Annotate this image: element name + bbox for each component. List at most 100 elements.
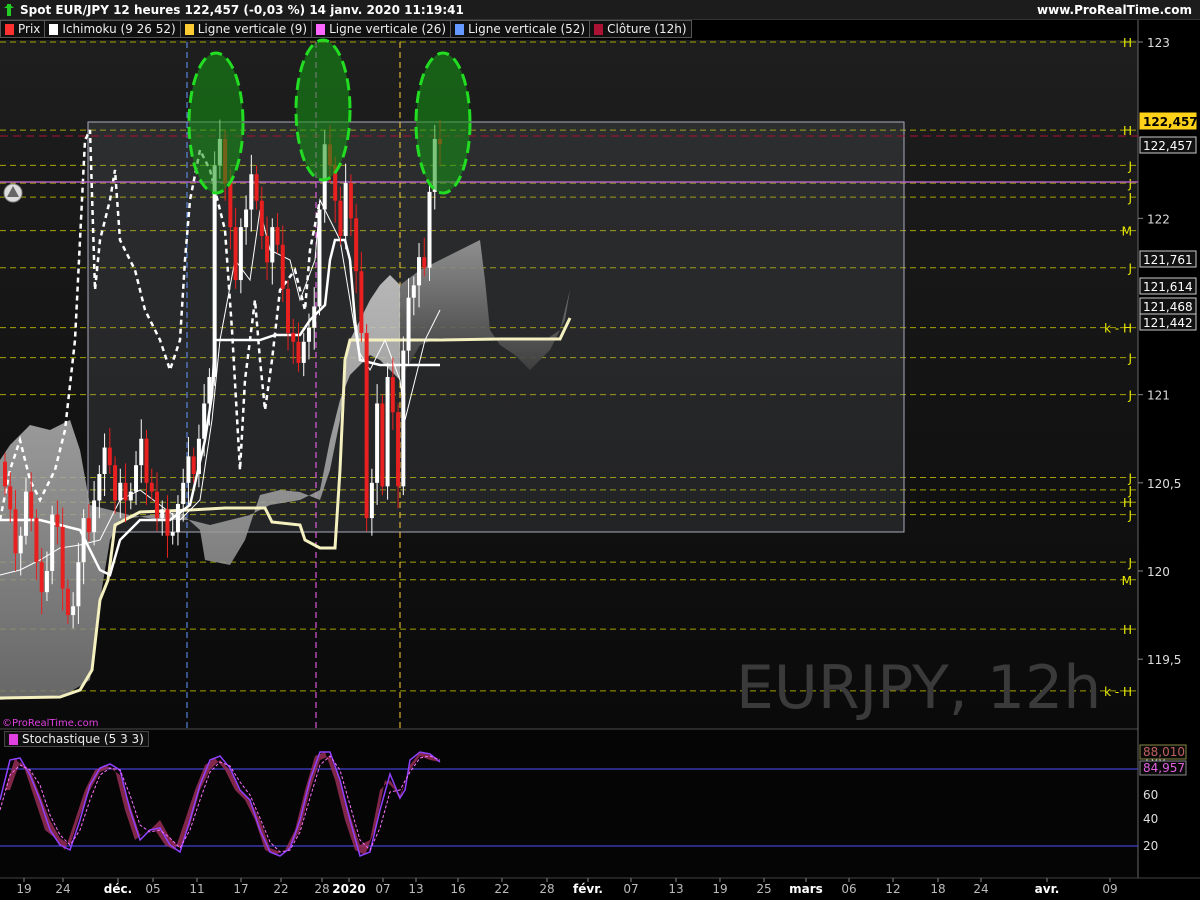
candle-body [34, 518, 39, 563]
green-highlight-2[interactable] [294, 38, 352, 182]
candle-body [202, 403, 207, 439]
candle-body [238, 227, 243, 281]
price-label: 122,457 [1143, 115, 1198, 129]
candle-body [275, 227, 280, 245]
candle-body [60, 526, 65, 589]
candle-body [411, 285, 416, 298]
candle-body [306, 327, 311, 342]
candle-body [338, 200, 343, 236]
green-highlight-1[interactable] [187, 51, 245, 195]
candle-body [343, 183, 348, 236]
stoch-value-2: 84,957 [1143, 761, 1185, 775]
candle-body [390, 377, 395, 413]
candle-body [175, 503, 180, 533]
level-tag: M [1122, 225, 1132, 239]
candle-body [65, 588, 70, 616]
level-tag: J [1127, 556, 1132, 570]
candle-body [170, 532, 175, 536]
x-tick-label: 22 [494, 882, 509, 896]
candle-body [71, 606, 76, 616]
x-tick-label: mars [789, 882, 823, 896]
candle-body [113, 465, 118, 501]
x-tick-label: 22 [273, 882, 288, 896]
candle-body [107, 447, 112, 466]
candle-body [270, 227, 275, 263]
x-tick-label: 25 [756, 882, 771, 896]
candle-body [23, 491, 28, 536]
candle-body [76, 562, 81, 607]
candle-body [13, 509, 18, 554]
candle-body [259, 200, 264, 236]
candle-body [18, 535, 23, 554]
candle-body [296, 341, 301, 363]
price-label: 121,614 [1143, 280, 1193, 294]
stoch-title: Stochastique (5 3 3) [22, 732, 144, 746]
candle-body [144, 438, 149, 483]
candle-body [265, 235, 270, 263]
level-tag: H [1123, 623, 1132, 637]
x-tick-label: 18 [930, 882, 945, 896]
stoch-tick-40: 40 [1143, 812, 1158, 826]
candle-body [244, 209, 249, 228]
stoch-panel-bg [0, 730, 1138, 878]
time-axis: 19 24 déc. 05 11 17 22 28 2020 07 13 16 22 28 févr. 07 1… [16, 878, 1118, 896]
level-tag: k - H [1104, 322, 1132, 336]
candle-body [396, 412, 401, 487]
candle-body [422, 257, 427, 268]
x-tick-label: 2020 [332, 882, 365, 896]
stoch-value-1: 88,010 [1143, 745, 1185, 759]
candle-body [317, 209, 322, 307]
x-tick-label: 05 [145, 882, 160, 896]
x-tick-label: 13 [668, 882, 683, 896]
y-tick-label: 120,5 [1147, 477, 1181, 491]
level-tag: k - H [1104, 685, 1132, 699]
candle-body [3, 461, 7, 487]
candle-body [39, 562, 44, 593]
price-label: 122,457 [1143, 139, 1193, 153]
x-tick-label: 16 [450, 882, 465, 896]
candle-body [233, 227, 238, 281]
candle-body [427, 191, 432, 268]
candle-body [254, 174, 259, 201]
candle-body [123, 482, 128, 501]
candle-body [118, 482, 123, 501]
candle-body [186, 456, 191, 483]
candle-body [44, 570, 49, 593]
candle-body [369, 482, 374, 519]
y-tick-label: 120 [1147, 565, 1170, 579]
candle-body [102, 447, 107, 475]
price-label: 121,442 [1143, 316, 1193, 330]
x-tick-label: 06 [841, 882, 856, 896]
level-tag: J [1127, 191, 1132, 205]
level-tag: J [1127, 159, 1132, 173]
candle-body [359, 271, 364, 333]
level-tag: J [1127, 509, 1132, 523]
x-tick-label: 19 [16, 882, 31, 896]
candle-body [401, 350, 406, 487]
green-highlight-3[interactable] [414, 51, 472, 195]
x-tick-label: 28 [539, 882, 554, 896]
candle-body [280, 244, 285, 289]
candle-body [380, 403, 385, 487]
candle-body [354, 218, 359, 272]
stoch-legend[interactable]: Stochastique (5 3 3) [4, 731, 149, 747]
candle-body [134, 465, 139, 492]
candle-body [364, 332, 369, 519]
candle-body [181, 482, 186, 504]
price-label: 121,761 [1143, 253, 1193, 267]
small-brand: ©ProRealTime.com [2, 718, 99, 729]
x-tick-label: 09 [1102, 882, 1117, 896]
candle-body [417, 257, 422, 286]
x-tick-label: 07 [623, 882, 638, 896]
level-tag: J [1127, 352, 1132, 366]
price-chart[interactable]: HHJJJMJk - HJJJJHJJMHk - H EURJPY, 12h 1… [0, 0, 1200, 900]
candle-body [86, 518, 91, 533]
alert-icon[interactable] [3, 183, 23, 203]
candle-body [29, 491, 34, 519]
candle-body [375, 403, 380, 483]
x-tick-label: 28 [314, 882, 329, 896]
candle-body [149, 482, 154, 492]
stoch-tick-60: 60 [1143, 788, 1158, 802]
x-tick-label: déc. [104, 882, 132, 896]
x-tick-label: 07 [375, 882, 390, 896]
